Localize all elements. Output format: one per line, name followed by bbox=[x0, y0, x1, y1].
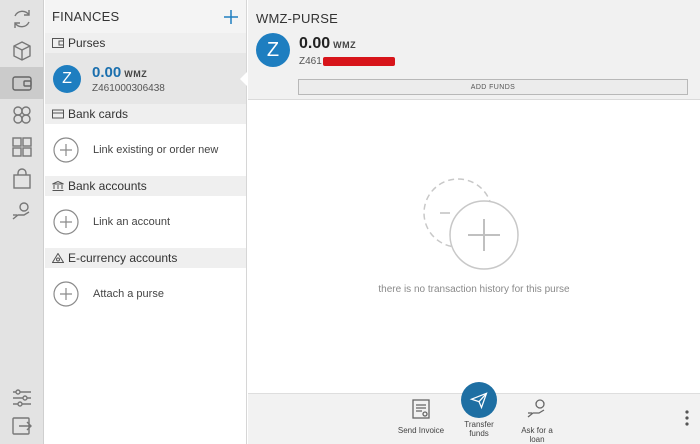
plus-circle-icon bbox=[53, 209, 79, 235]
transfer-label-line1: Transfer bbox=[464, 420, 494, 429]
coins-icon[interactable] bbox=[0, 99, 44, 131]
empty-history-text: there is no transaction history for this… bbox=[378, 284, 570, 295]
finances-title: FINANCES bbox=[52, 9, 120, 24]
wallet-small-icon bbox=[52, 38, 64, 48]
section-purses-label: Purses bbox=[68, 36, 106, 50]
ecurrency-icon bbox=[52, 253, 64, 263]
wallet-icon[interactable] bbox=[0, 67, 44, 99]
hand-coin-icon[interactable] bbox=[0, 195, 44, 227]
plus-circle-icon bbox=[53, 137, 79, 163]
purse-detail-avatar: Z bbox=[256, 33, 290, 67]
purse-title: WMZ-PURSE bbox=[256, 11, 338, 26]
purse-header: WMZ-PURSE Z 0.00 WMZ Z461 ADD FUNDS bbox=[248, 0, 700, 100]
link-card-label: Link existing or order new bbox=[93, 144, 219, 156]
redaction-mark bbox=[322, 56, 395, 66]
section-bank-accounts: Bank accounts bbox=[45, 176, 246, 196]
transfer-funds-label: Transfer funds bbox=[449, 420, 509, 438]
section-bank-accounts-label: Bank accounts bbox=[68, 179, 147, 193]
purse-detail-amount: 0.00 bbox=[299, 35, 331, 52]
transfer-label-line2: funds bbox=[469, 429, 489, 438]
purse-currency: WMZ bbox=[124, 68, 148, 79]
section-bank-cards: Bank cards bbox=[45, 104, 246, 124]
link-account-row[interactable]: Link an account bbox=[45, 196, 246, 248]
cube-icon[interactable] bbox=[0, 35, 44, 67]
card-icon bbox=[52, 109, 64, 119]
plus-circle-icon bbox=[53, 281, 79, 307]
link-account-label: Link an account bbox=[93, 216, 171, 228]
link-card-row[interactable]: Link existing or order new bbox=[45, 124, 246, 176]
shopping-bag-icon[interactable] bbox=[0, 163, 44, 195]
ask-loan-button[interactable]: Ask for a loan bbox=[507, 397, 567, 444]
logout-icon[interactable] bbox=[0, 410, 44, 442]
empty-history-icon bbox=[423, 178, 519, 270]
action-bar: Send Invoice Transfer funds Ask for a lo… bbox=[248, 382, 700, 444]
purse-id: Z461000306438 bbox=[92, 82, 165, 94]
transfer-funds-button[interactable] bbox=[461, 382, 497, 418]
purse-detail-pane: WMZ-PURSE Z 0.00 WMZ Z461 ADD FUNDS there… bbox=[248, 0, 700, 444]
finances-header: FINANCES bbox=[45, 0, 246, 33]
invoice-icon bbox=[412, 399, 430, 419]
loan-label-line2: loan bbox=[529, 435, 545, 444]
selection-notch bbox=[240, 72, 247, 86]
purse-item[interactable]: Z 0.00 WMZ Z461000306438 bbox=[45, 53, 247, 104]
icon-rail bbox=[0, 0, 44, 444]
add-funds-button[interactable]: ADD FUNDS bbox=[298, 79, 688, 95]
section-ecurrency-label: E-currency accounts bbox=[68, 251, 178, 265]
finances-panel: FINANCES Purses Z 0.00 WMZ Z461000306438 … bbox=[45, 0, 247, 444]
more-vertical-icon[interactable] bbox=[684, 409, 690, 427]
send-invoice-button[interactable]: Send Invoice bbox=[391, 397, 451, 435]
plus-icon[interactable] bbox=[222, 8, 240, 26]
sync-icon[interactable] bbox=[0, 3, 44, 35]
paper-plane-icon bbox=[469, 392, 488, 410]
bank-icon bbox=[52, 181, 64, 191]
purse-detail-currency: WMZ bbox=[333, 40, 357, 50]
section-ecurrency: E-currency accounts bbox=[45, 248, 246, 268]
loan-label-line1: Ask for a bbox=[521, 426, 553, 435]
purse-detail-id: Z461 bbox=[299, 56, 322, 67]
loan-hand-icon bbox=[527, 399, 545, 418]
apps-icon[interactable] bbox=[0, 131, 44, 163]
section-bank-cards-label: Bank cards bbox=[68, 107, 129, 121]
attach-purse-label: Attach a purse bbox=[93, 288, 164, 300]
section-purses: Purses bbox=[45, 33, 246, 53]
purse-amount: 0.00 bbox=[92, 63, 122, 81]
attach-purse-row[interactable]: Attach a purse bbox=[45, 268, 246, 320]
send-invoice-label: Send Invoice bbox=[397, 426, 445, 435]
purse-avatar: Z bbox=[53, 64, 81, 93]
